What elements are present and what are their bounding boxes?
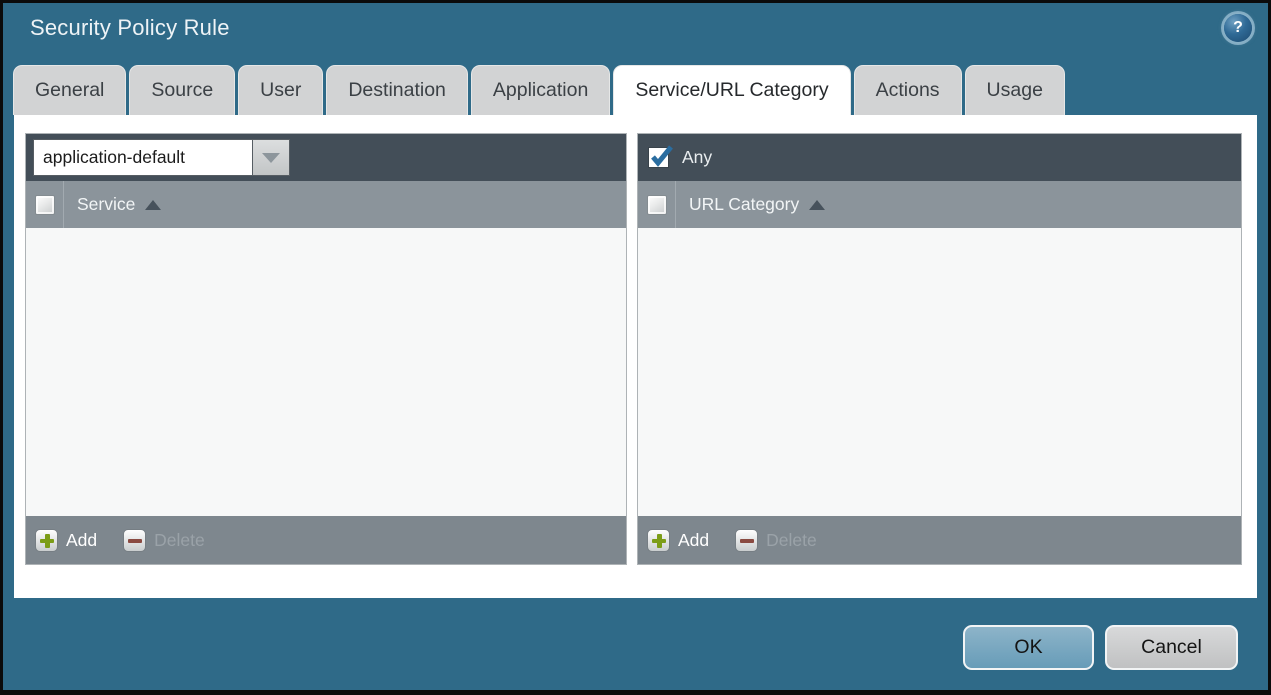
minus-icon <box>123 528 147 552</box>
tab-application[interactable]: Application <box>470 65 611 115</box>
chevron-down-icon <box>262 152 280 163</box>
any-checkbox-row[interactable]: Any <box>648 145 713 168</box>
tab-content: application-default Service Add Delete A… <box>14 115 1257 598</box>
tab-service-url-category[interactable]: Service/URL Category <box>613 65 851 115</box>
dialog-title: Security Policy Rule <box>30 15 230 40</box>
tab-source[interactable]: Source <box>129 65 236 115</box>
tab-general[interactable]: General <box>13 65 127 115</box>
sort-ascending-icon[interactable] <box>145 199 162 210</box>
service-type-dropdown-button[interactable] <box>252 139 290 176</box>
sort-ascending-icon[interactable] <box>809 199 826 210</box>
url-category-panel: Any URL Category Add Delete <box>637 133 1242 565</box>
delete-label: Delete <box>766 529 817 550</box>
url-category-table-header: URL Category <box>638 181 1241 228</box>
tab-destination[interactable]: Destination <box>326 65 468 115</box>
url-category-table-body[interactable] <box>638 228 1241 516</box>
url-category-select-all-checkbox[interactable] <box>646 194 667 215</box>
help-icon[interactable]: ? <box>1224 14 1252 42</box>
service-type-value[interactable]: application-default <box>33 139 252 176</box>
url-category-select-all-cell <box>638 181 676 228</box>
checkmark-icon <box>651 145 673 167</box>
tab-actions[interactable]: Actions <box>853 65 962 115</box>
service-type-dropdown[interactable]: application-default <box>33 139 290 176</box>
security-policy-rule-dialog: Security Policy Rule ? General Source Us… <box>0 0 1271 695</box>
plus-icon <box>35 528 58 552</box>
url-category-footer: Add Delete <box>638 516 1241 564</box>
ok-button[interactable]: OK <box>963 625 1094 670</box>
url-category-topbar: Any <box>638 134 1241 181</box>
service-panel: application-default Service Add Delete <box>25 133 627 565</box>
service-delete-button[interactable]: Delete <box>123 528 205 552</box>
add-label: Add <box>66 529 98 550</box>
service-select-all-cell <box>26 181 64 228</box>
service-select-all-checkbox[interactable] <box>34 194 55 215</box>
cancel-button[interactable]: Cancel <box>1105 625 1238 670</box>
url-category-column-header[interactable]: URL Category <box>689 194 799 215</box>
service-topbar: application-default <box>26 134 626 181</box>
tab-bar: General Source User Destination Applicat… <box>13 65 1065 115</box>
any-checkbox[interactable] <box>648 145 673 168</box>
any-label: Any <box>682 147 713 167</box>
service-table-header: Service <box>26 181 626 228</box>
url-category-add-button[interactable]: Add <box>647 528 710 552</box>
service-add-button[interactable]: Add <box>35 528 98 552</box>
tab-user[interactable]: User <box>238 65 324 115</box>
service-footer: Add Delete <box>26 516 626 564</box>
tab-usage[interactable]: Usage <box>964 65 1065 115</box>
minus-icon <box>735 528 759 552</box>
service-table-body[interactable] <box>26 228 626 516</box>
delete-label: Delete <box>154 529 205 550</box>
plus-icon <box>647 528 670 552</box>
service-column-header[interactable]: Service <box>77 194 135 215</box>
add-label: Add <box>678 529 710 550</box>
url-category-delete-button[interactable]: Delete <box>735 528 817 552</box>
